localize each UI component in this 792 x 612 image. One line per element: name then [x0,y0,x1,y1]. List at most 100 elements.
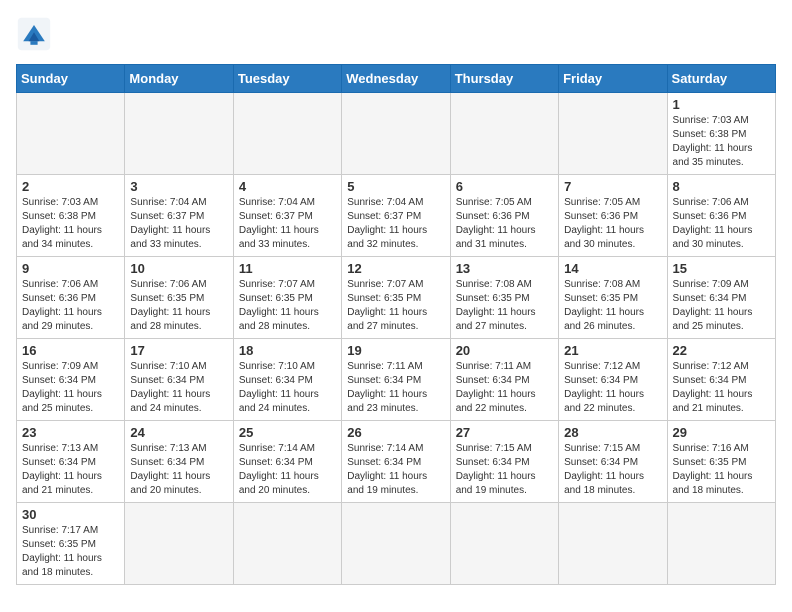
calendar-cell: 25 Sunrise: 7:14 AM Sunset: 6:34 PM Dayli… [233,421,341,503]
calendar-cell: 7 Sunrise: 7:05 AM Sunset: 6:36 PM Daylig… [559,175,667,257]
calendar-cell [125,503,233,585]
cell-info: Sunrise: 7:11 AM Sunset: 6:34 PM Dayligh… [347,360,444,416]
cell-info: Sunrise: 7:14 AM Sunset: 6:34 PM Dayligh… [347,442,444,498]
calendar-cell [450,93,558,175]
calendar-cell [125,93,233,175]
cell-info: Sunrise: 7:15 AM Sunset: 6:34 PM Dayligh… [564,442,661,498]
calendar-cell: 12 Sunrise: 7:07 AM Sunset: 6:35 PM Dayli… [342,257,450,339]
cell-info: Sunrise: 7:08 AM Sunset: 6:35 PM Dayligh… [456,278,553,334]
day-number: 30 [22,507,119,522]
cell-info: Sunrise: 7:09 AM Sunset: 6:34 PM Dayligh… [22,360,119,416]
calendar-cell: 18Sunrise: 7:10 AM Sunset: 6:34 PM Dayli… [233,339,341,421]
day-number: 26 [347,425,444,440]
calendar-cell [559,93,667,175]
cell-info: Sunrise: 7:16 AM Sunset: 6:35 PM Dayligh… [673,442,770,498]
cell-info: Sunrise: 7:06 AM Sunset: 6:36 PM Dayligh… [22,278,119,334]
calendar-cell [233,503,341,585]
calendar-cell [667,503,775,585]
day-number: 4 [239,179,336,194]
day-header-tuesday: Tuesday [233,65,341,93]
calendar-cell: 28 Sunrise: 7:15 AM Sunset: 6:34 PM Dayli… [559,421,667,503]
calendar-cell: 5Sunrise: 7:04 AM Sunset: 6:37 PM Daylig… [342,175,450,257]
day-number: 19 [347,343,444,358]
day-number: 13 [456,261,553,276]
day-number: 5 [347,179,444,194]
day-number: 20 [456,343,553,358]
calendar-cell: 16Sunrise: 7:09 AM Sunset: 6:34 PM Dayli… [17,339,125,421]
cell-info: Sunrise: 7:06 AM Sunset: 6:36 PM Dayligh… [673,196,770,252]
day-number: 12 [347,261,444,276]
logo-icon [16,16,52,52]
cell-info: Sunrise: 7:14 AM Sunset: 6:34 PM Dayligh… [239,442,336,498]
cell-info: Sunrise: 7:03 AM Sunset: 6:38 PM Dayligh… [22,196,119,252]
calendar-cell: 4 Sunrise: 7:04 AM Sunset: 6:37 PM Daylig… [233,175,341,257]
cell-info: Sunrise: 7:12 AM Sunset: 6:34 PM Dayligh… [564,360,661,416]
day-header-friday: Friday [559,65,667,93]
day-number: 28 [564,425,661,440]
calendar-cell: 20 Sunrise: 7:11 AM Sunset: 6:34 PM Dayli… [450,339,558,421]
calendar-cell: 29 Sunrise: 7:16 AM Sunset: 6:35 PM Dayli… [667,421,775,503]
day-number: 11 [239,261,336,276]
day-number: 24 [130,425,227,440]
day-number: 1 [673,97,770,112]
cell-info: Sunrise: 7:05 AM Sunset: 6:36 PM Dayligh… [564,196,661,252]
day-header-wednesday: Wednesday [342,65,450,93]
calendar: SundayMondayTuesdayWednesdayThursdayFrid… [16,64,776,585]
calendar-cell [559,503,667,585]
cell-info: Sunrise: 7:04 AM Sunset: 6:37 PM Dayligh… [239,196,336,252]
day-number: 6 [456,179,553,194]
calendar-cell: 6 Sunrise: 7:05 AM Sunset: 6:36 PM Daylig… [450,175,558,257]
calendar-cell: 14 Sunrise: 7:08 AM Sunset: 6:35 PM Dayli… [559,257,667,339]
calendar-cell: 13 Sunrise: 7:08 AM Sunset: 6:35 PM Dayli… [450,257,558,339]
calendar-cell: 22 Sunrise: 7:12 AM Sunset: 6:34 PM Dayli… [667,339,775,421]
day-header-monday: Monday [125,65,233,93]
cell-info: Sunrise: 7:10 AM Sunset: 6:34 PM Dayligh… [239,360,336,416]
day-number: 21 [564,343,661,358]
cell-info: Sunrise: 7:12 AM Sunset: 6:34 PM Dayligh… [673,360,770,416]
logo [16,16,58,52]
cell-info: Sunrise: 7:07 AM Sunset: 6:35 PM Dayligh… [239,278,336,334]
calendar-cell: 9 Sunrise: 7:06 AM Sunset: 6:36 PM Daylig… [17,257,125,339]
day-number: 17 [130,343,227,358]
day-number: 10 [130,261,227,276]
cell-info: Sunrise: 7:10 AM Sunset: 6:34 PM Dayligh… [130,360,227,416]
day-number: 14 [564,261,661,276]
day-number: 25 [239,425,336,440]
calendar-cell: 21 Sunrise: 7:12 AM Sunset: 6:34 PM Dayli… [559,339,667,421]
calendar-cell: 24 Sunrise: 7:13 AM Sunset: 6:34 PM Dayli… [125,421,233,503]
calendar-cell [233,93,341,175]
calendar-cell: 30 Sunrise: 7:17 AM Sunset: 6:35 PM Dayli… [17,503,125,585]
day-number: 7 [564,179,661,194]
day-number: 23 [22,425,119,440]
day-header-thursday: Thursday [450,65,558,93]
cell-info: Sunrise: 7:09 AM Sunset: 6:34 PM Dayligh… [673,278,770,334]
cell-info: Sunrise: 7:15 AM Sunset: 6:34 PM Dayligh… [456,442,553,498]
calendar-cell: 15Sunrise: 7:09 AM Sunset: 6:34 PM Dayli… [667,257,775,339]
day-number: 9 [22,261,119,276]
calendar-cell: 26 Sunrise: 7:14 AM Sunset: 6:34 PM Dayli… [342,421,450,503]
calendar-cell: 17 Sunrise: 7:10 AM Sunset: 6:34 PM Dayli… [125,339,233,421]
day-header-sunday: Sunday [17,65,125,93]
day-header-saturday: Saturday [667,65,775,93]
cell-info: Sunrise: 7:13 AM Sunset: 6:34 PM Dayligh… [22,442,119,498]
calendar-cell [450,503,558,585]
calendar-cell [17,93,125,175]
cell-info: Sunrise: 7:11 AM Sunset: 6:34 PM Dayligh… [456,360,553,416]
cell-info: Sunrise: 7:06 AM Sunset: 6:35 PM Dayligh… [130,278,227,334]
cell-info: Sunrise: 7:07 AM Sunset: 6:35 PM Dayligh… [347,278,444,334]
cell-info: Sunrise: 7:05 AM Sunset: 6:36 PM Dayligh… [456,196,553,252]
calendar-cell: 11 Sunrise: 7:07 AM Sunset: 6:35 PM Dayli… [233,257,341,339]
day-number: 29 [673,425,770,440]
page-header [16,16,776,52]
day-number: 22 [673,343,770,358]
calendar-cell: 2Sunrise: 7:03 AM Sunset: 6:38 PM Daylig… [17,175,125,257]
cell-info: Sunrise: 7:04 AM Sunset: 6:37 PM Dayligh… [130,196,227,252]
cell-info: Sunrise: 7:17 AM Sunset: 6:35 PM Dayligh… [22,524,119,580]
cell-info: Sunrise: 7:13 AM Sunset: 6:34 PM Dayligh… [130,442,227,498]
calendar-cell [342,93,450,175]
calendar-cell: 19 Sunrise: 7:11 AM Sunset: 6:34 PM Dayli… [342,339,450,421]
calendar-cell: 23 Sunrise: 7:13 AM Sunset: 6:34 PM Dayli… [17,421,125,503]
calendar-cell: 10 Sunrise: 7:06 AM Sunset: 6:35 PM Dayli… [125,257,233,339]
calendar-cell: 27Sunrise: 7:15 AM Sunset: 6:34 PM Dayli… [450,421,558,503]
cell-info: Sunrise: 7:08 AM Sunset: 6:35 PM Dayligh… [564,278,661,334]
